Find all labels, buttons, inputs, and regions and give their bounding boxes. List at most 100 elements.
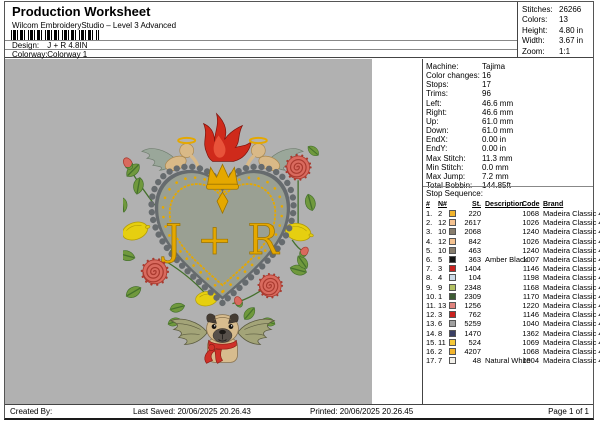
thread-code: 1240 [522,246,539,255]
thread-brand: Madeira Classic 40 [539,292,600,301]
table-row: 3. 10 2068 1240 Madeira Classic 40 [426,227,593,236]
thread-color-swatch [449,357,456,364]
summary-value: 13 [559,15,593,25]
needle-number: 2 [438,347,449,356]
table-row: 7. 3 1404 1146 Madeira Classic 40 [426,264,593,273]
summary-value: 26266 [559,5,593,15]
needle-number: 1 [438,292,449,301]
thread-brand: Madeira Classic 40 [539,301,600,310]
machine-row: Trims: 96 [426,89,591,98]
machine-label: EndY: [426,144,482,153]
machine-value: 61.0 mm [482,117,591,126]
stitch-count: 463 [461,246,482,255]
thread-code: 1026 [522,218,539,227]
thread-color-swatch [449,293,456,300]
thread-color-swatch [449,256,456,263]
needle-number: 13 [438,301,449,310]
machine-label: Min Stitch: [426,163,482,172]
thread-brand: Madeira Classic 40 [539,273,600,282]
table-row: 17. 7 48 Natural White 1004 Madeira Clas… [426,356,593,365]
thread-color-swatch [449,247,456,254]
summary-value: 3.67 in [559,36,593,46]
machine-row: Up: 61.0 mm [426,117,591,126]
summary-row: Stitches: 26266 [522,5,593,15]
col-needle: N# [438,200,449,209]
summary-label: Height: [522,26,559,36]
stop-sequence-header: # N# St. Description Code Brand [426,200,593,209]
thread-code: 1069 [522,338,539,347]
thread-description: Natural White [482,356,522,365]
design-value: J + R 4.8IN [47,41,87,50]
col-index: # [426,200,438,209]
thread-brand: Madeira Classic 40 [539,218,600,227]
thread-color-swatch [449,320,456,327]
row-index: 9. [426,283,438,292]
monogram-text: J + R [161,215,280,264]
table-row: 14. 8 1470 1362 Madeira Classic 40 [426,329,593,338]
needle-number: 12 [438,218,449,227]
thread-description: Amber Black [482,255,522,264]
row-index: 12. [426,310,438,319]
app-subtitle: Wilcom EmbroideryStudio – Level 3 Advanc… [12,21,176,30]
needle-number: 6 [438,319,449,328]
machine-row: Left: 46.6 mm [426,99,591,108]
machine-label: Max Jump: [426,172,482,181]
thread-brand: Madeira Classic 40 [539,246,600,255]
summary-row: Height: 4.80 in [522,26,593,36]
thread-brand: Madeira Classic 40 [539,283,600,292]
col-code: Code [522,200,539,209]
summary-value: 1:1 [559,47,593,57]
created-by: Created By: [10,407,52,416]
machine-label: Color changes: [426,71,482,80]
machine-value: 46.6 mm [482,108,591,117]
machine-label: EndX: [426,135,482,144]
thread-brand: Madeira Classic 40 [539,237,600,246]
row-index: 5. [426,246,438,255]
stitch-count: 4207 [461,347,482,356]
machine-row: Stops: 17 [426,80,591,89]
thread-color-swatch [449,330,456,337]
needle-number: 10 [438,246,449,255]
machine-row: EndX: 0.00 in [426,135,591,144]
table-row: 12. 3 762 1146 Madeira Classic 40 [426,310,593,319]
thread-brand: Madeira Classic 40 [539,209,600,218]
thread-brand: Madeira Classic 40 [539,356,600,365]
machine-row: Max Stitch: 11.3 mm [426,154,591,163]
machine-info: Machine: Tajima Color changes: 16 Stops:… [426,62,591,190]
row-index: 15. [426,338,438,347]
page-title: Production Worksheet [12,4,150,19]
row-index: 1. [426,209,438,218]
summary-value: 4.80 in [559,26,593,36]
col-brand: Brand [539,200,593,209]
design-label: Design: [12,41,45,50]
thread-brand: Madeira Classic 40 [539,255,600,264]
table-row: 11. 13 1256 1220 Madeira Classic 40 [426,301,593,310]
thread-color-swatch [449,311,456,318]
worksheet-page: Production Worksheet Wilcom EmbroiderySt… [4,1,594,420]
thread-code: 1146 [522,264,539,273]
thread-brand: Madeira Classic 40 [539,264,600,273]
stitch-count: 2309 [461,292,482,301]
thread-color-swatch [449,228,456,235]
machine-label: Trims: [426,89,482,98]
thread-code: 1146 [522,310,539,319]
machine-row: Down: 61.0 mm [426,126,591,135]
stitch-count: 762 [461,310,482,319]
needle-number: 4 [438,273,449,282]
machine-label: Right: [426,108,482,117]
thread-color-swatch [449,274,456,281]
row-index: 14. [426,329,438,338]
thread-brand: Madeira Classic 40 [539,329,600,338]
thread-color-swatch [449,265,456,272]
row-index: 8. [426,273,438,282]
machine-row: Machine: Tajima [426,62,591,71]
thread-brand: Madeira Classic 40 [539,319,600,328]
stitch-count: 220 [461,209,482,218]
machine-label: Max Stitch: [426,154,482,163]
barcode [11,30,99,40]
thread-code: 1068 [522,347,539,356]
needle-number: 10 [438,227,449,236]
thread-brand: Madeira Classic 40 [539,347,600,356]
machine-value: 17 [482,80,591,89]
machine-label: Up: [426,117,482,126]
